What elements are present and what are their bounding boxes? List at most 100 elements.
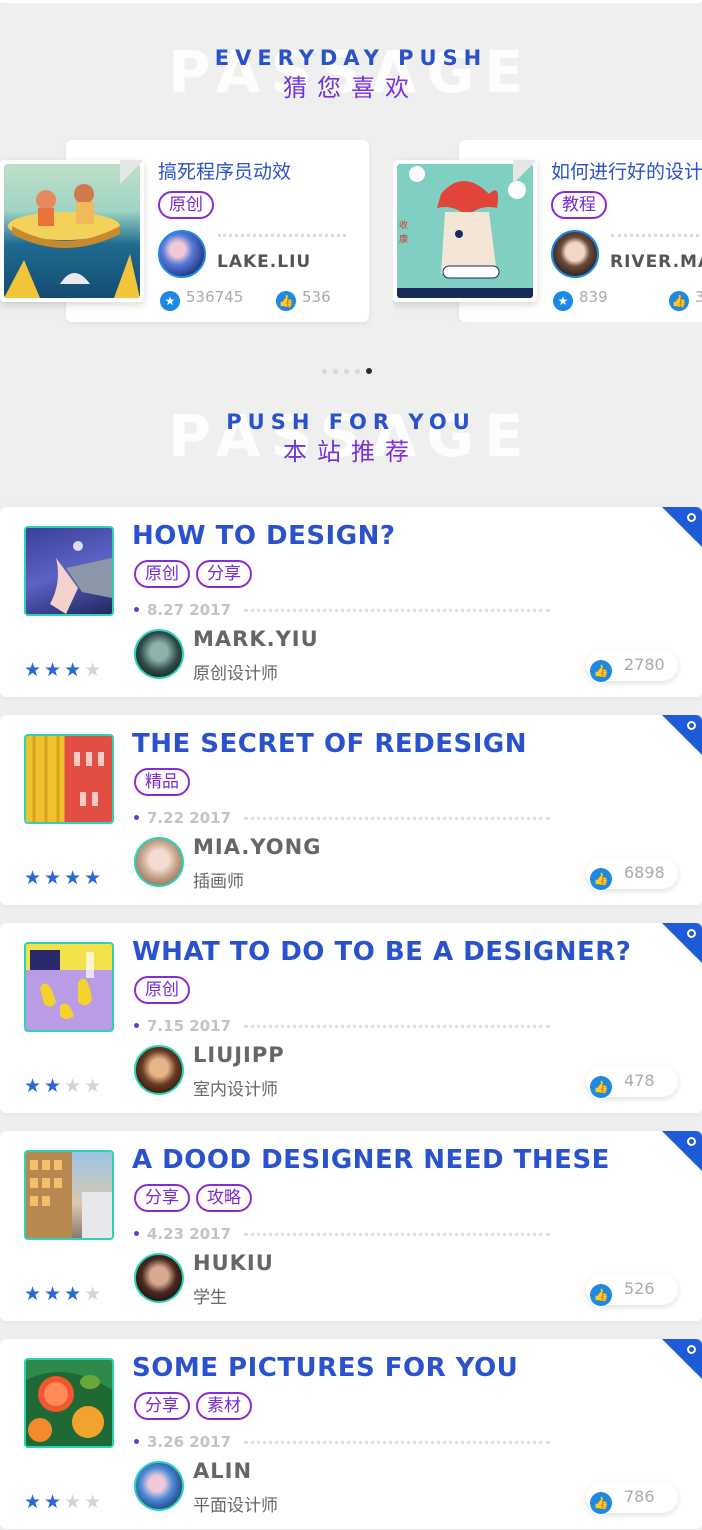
carousel-pager[interactable] (322, 359, 378, 378)
star-icon: ★ (64, 1491, 85, 1513)
divider (244, 1025, 550, 1028)
like-count: 2780 (624, 655, 665, 674)
tag-chip[interactable]: 原创 (158, 191, 214, 219)
bookmark-corner-icon[interactable] (662, 923, 702, 963)
divider (611, 234, 702, 237)
author-name[interactable]: LAKE.LIU (217, 252, 311, 272)
like-button[interactable]: 👍 786 (586, 1481, 678, 1514)
like-count: 786 (624, 1487, 655, 1506)
bullet-dot (134, 1439, 139, 1444)
like-count-value: 3 (695, 288, 702, 306)
star-icon: ★ (44, 659, 65, 681)
avatar[interactable] (134, 1045, 184, 1095)
article-title[interactable]: HOW TO DESIGN? (132, 521, 395, 551)
pager-dot[interactable] (355, 369, 360, 374)
bookmark-corner-icon[interactable] (662, 1339, 702, 1379)
avatar[interactable] (134, 1461, 184, 1511)
section-title-en: EVERYDAY PUSH (214, 46, 488, 70)
push-slide[interactable]: 收 康 如何进行好的设计 教程 RIVER.MA ★ 839 👍 3 (393, 140, 702, 322)
author-name[interactable]: MIA.YONG (193, 835, 321, 859)
star-icon: ★ (24, 867, 45, 889)
tag-chip[interactable]: 分享 (134, 1184, 190, 1212)
article-card[interactable]: ★★★★ THE SECRET OF REDESIGN 精品 7.22 2017… (0, 715, 702, 905)
tag-chip[interactable]: 原创 (134, 560, 190, 588)
tag-chip[interactable]: 素材 (196, 1392, 252, 1420)
article-title[interactable]: A DOOD DESIGNER NEED THESE (132, 1145, 610, 1175)
star-icon: ★ (84, 867, 105, 889)
avatar[interactable] (134, 629, 184, 679)
article-thumbnail[interactable] (24, 526, 114, 616)
avatar[interactable] (158, 230, 206, 278)
bullet-dot (134, 607, 139, 612)
tag-chip[interactable]: 精品 (134, 768, 190, 796)
pager-dot[interactable] (322, 369, 327, 374)
author-name[interactable]: HUKIU (193, 1251, 274, 1275)
slide-image[interactable]: 收 康 (393, 160, 537, 302)
like-button[interactable]: 👍 478 (586, 1065, 678, 1098)
avatar[interactable] (134, 837, 184, 887)
tag-chip[interactable]: 分享 (134, 1392, 190, 1420)
thumbs-up-icon: 👍 (590, 868, 612, 890)
article-thumbnail[interactable] (24, 1150, 114, 1240)
article-date: 3.26 2017 (134, 1433, 231, 1451)
star-icon: ★ (160, 291, 180, 311)
slide-title[interactable]: 如何进行好的设计 (551, 157, 702, 184)
star-icon: ★ (24, 659, 45, 681)
slide-title[interactable]: 搞死程序员动效 (158, 157, 291, 184)
article-date-text: 7.22 2017 (147, 809, 231, 827)
bookmark-corner-icon[interactable] (662, 507, 702, 547)
star-icon: ★ (44, 1283, 65, 1305)
bookmark-corner-icon[interactable] (662, 1131, 702, 1171)
author-name[interactable]: RIVER.MA (610, 252, 702, 272)
bookmark-corner-icon[interactable] (662, 715, 702, 755)
like-count[interactable]: 👍 536 (276, 288, 331, 311)
like-count[interactable]: 👍 3 (669, 288, 702, 311)
like-button[interactable]: 👍 2780 (586, 649, 678, 682)
bookmark-dot (687, 929, 696, 938)
article-thumbnail[interactable] (24, 734, 114, 824)
tag-chip[interactable]: 教程 (551, 191, 607, 219)
article-title[interactable]: SOME PICTURES FOR YOU (132, 1353, 518, 1383)
rating-stars: ★★★★ (24, 1283, 104, 1305)
article-card[interactable]: ★★★★ A DOOD DESIGNER NEED THESE 分享 攻略 4.2… (0, 1131, 702, 1321)
author-name[interactable]: MARK.YIU (193, 627, 319, 651)
article-title[interactable]: WHAT TO DO TO BE A DESIGNER? (132, 937, 631, 967)
avatar[interactable] (134, 1253, 184, 1303)
tag-chip[interactable]: 攻略 (196, 1184, 252, 1212)
author-role: 室内设计师 (193, 1080, 278, 1100)
slide-image[interactable] (0, 160, 144, 302)
tag-chip[interactable]: 原创 (134, 976, 190, 1004)
like-count: 6898 (624, 863, 665, 882)
section-title-en: PUSH FOR YOU (226, 410, 476, 434)
article-thumbnail[interactable] (24, 942, 114, 1032)
tag-chip[interactable]: 分享 (196, 560, 252, 588)
avatar[interactable] (551, 230, 599, 278)
pager-dot-active[interactable] (366, 368, 372, 374)
star-count-value: 839 (579, 288, 608, 306)
divider (244, 609, 550, 612)
section-title-cn: 本站推荐 (0, 432, 702, 467)
article-card[interactable]: ★★★★ WHAT TO DO TO BE A DESIGNER? 原创 7.1… (0, 923, 702, 1113)
article-card[interactable]: ★★★★ HOW TO DESIGN? 原创 分享 8.27 2017 MARK.… (0, 507, 702, 697)
author-role: 平面设计师 (193, 1496, 278, 1516)
bullet-dot (134, 1231, 139, 1236)
article-thumbnail[interactable] (24, 1358, 114, 1448)
article-date: 7.22 2017 (134, 809, 231, 827)
pager-dot[interactable] (333, 369, 338, 374)
section-header-foryou: PASSAGE PUSH FOR YOU 本站推荐 (0, 402, 702, 500)
rating-stars: ★★★★ (24, 1491, 104, 1513)
push-slide[interactable]: 搞死程序员动效 原创 LAKE.LIU ★ 536745 👍 536 (0, 140, 369, 322)
like-count-value: 536 (302, 288, 331, 306)
pager-dot[interactable] (344, 369, 349, 374)
like-button[interactable]: 👍 526 (586, 1273, 678, 1306)
article-date: 4.23 2017 (134, 1225, 231, 1243)
author-name[interactable]: ALIN (193, 1459, 252, 1483)
article-card[interactable]: ★★★★ SOME PICTURES FOR YOU 分享 素材 3.26 201… (0, 1339, 702, 1529)
article-title[interactable]: THE SECRET OF REDESIGN (132, 729, 527, 759)
page-fold (513, 160, 537, 184)
article-date: 7.15 2017 (134, 1017, 231, 1035)
article-tags: 原创 (134, 976, 196, 1004)
author-name[interactable]: LIUJIPP (193, 1043, 285, 1067)
like-button[interactable]: 👍 6898 (586, 857, 678, 890)
author-role: 插画师 (193, 872, 244, 892)
